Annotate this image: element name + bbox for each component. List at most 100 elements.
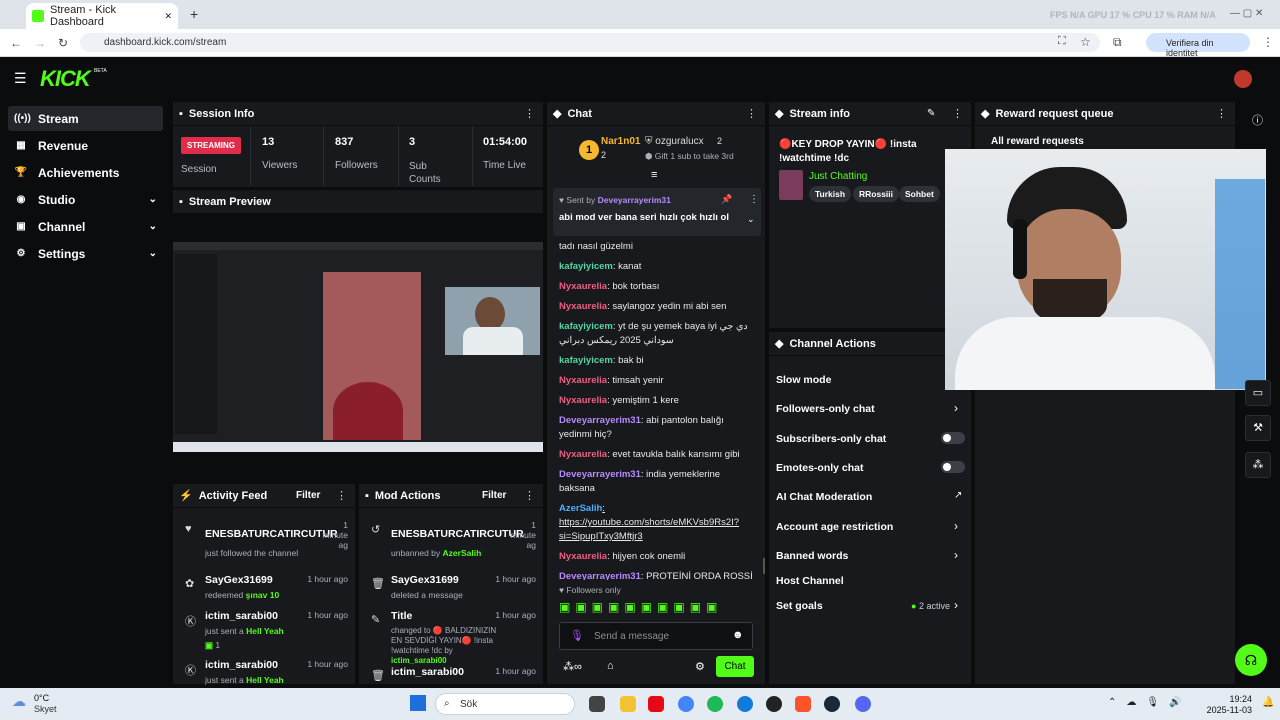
weather-icon[interactable]: ☁ [12, 693, 26, 710]
chat-username[interactable]: Nyxaurelia [559, 375, 607, 386]
wrench-icon[interactable]: ⚒ [1245, 415, 1271, 441]
chat-username[interactable]: Nyxaurelia [559, 449, 607, 460]
external-link-icon[interactable]: ↗ [954, 490, 962, 501]
chat-username[interactable]: Nyxaurelia [559, 281, 607, 292]
all-reward-requests[interactable]: All reward requests [991, 136, 1084, 147]
kebab-icon[interactable]: ⋮ [952, 107, 963, 120]
windows-start-icon[interactable] [410, 695, 426, 711]
brave-icon[interactable] [795, 696, 811, 712]
help-support-icon[interactable]: ☊ [1235, 644, 1267, 676]
send-chat-button[interactable]: Chat [716, 656, 754, 677]
sidebar-item-stream[interactable]: ((•)) Stream [8, 106, 163, 131]
back-icon[interactable]: ← [10, 36, 22, 50]
hamburger-icon[interactable]: ☰ [14, 70, 27, 87]
netflix-icon[interactable] [648, 696, 664, 712]
chevron-down-icon[interactable]: ⌄ [747, 214, 755, 225]
profile-button[interactable]: Verifiera din identitet [1146, 33, 1250, 58]
forward-icon[interactable]: → [34, 36, 46, 50]
chat-username[interactable]: Deveyarrayerim31 [559, 415, 641, 426]
stream-video[interactable] [173, 242, 543, 452]
sidebar-item-studio[interactable]: ◉ Studio ⌄ [8, 187, 163, 212]
browser-tab[interactable]: Stream - Kick Dashboard ✕ [26, 3, 178, 29]
file-explorer-icon[interactable] [620, 696, 636, 712]
spotify-icon[interactable] [707, 696, 723, 712]
top-gifter-name[interactable]: Nar1n01 [601, 136, 640, 147]
extensions-icon[interactable]: ⧉ [1113, 35, 1122, 50]
chrome-icon[interactable] [678, 696, 694, 712]
taskbar-search[interactable]: ⌕ Sök [435, 693, 575, 715]
sidebar-item-settings[interactable]: ⚙ Settings ⌄ [8, 241, 163, 266]
chevron-right-icon[interactable]: › [954, 598, 958, 612]
filter-button[interactable]: Filter [296, 490, 320, 501]
microphone-icon[interactable]: 🎙 [570, 629, 584, 642]
points-icon[interactable]: ⁂ [1245, 452, 1271, 478]
url-input[interactable]: dashboard.kick.com/stream [80, 33, 1100, 52]
chat-username[interactable]: Nyxaurelia [559, 301, 607, 312]
close-tab-icon[interactable]: ✕ [164, 11, 172, 22]
emotes-only-row[interactable]: Emotes-only chat [776, 462, 864, 474]
filter-button[interactable]: Filter [482, 490, 506, 501]
followers-only-row[interactable]: Followers-only chat [776, 403, 875, 415]
chat-username[interactable]: Deveyarrayerim31 [559, 469, 641, 480]
store-icon[interactable]: ⌂ [607, 660, 614, 672]
reload-icon[interactable]: ↻ [58, 36, 68, 50]
chat-username[interactable]: kafayiyicem [559, 321, 613, 332]
user-avatar[interactable] [1234, 70, 1252, 88]
chevron-right-icon[interactable]: › [954, 519, 958, 533]
layout-icon[interactable]: ▭ [1245, 380, 1271, 406]
chat-username[interactable]: kafayiyicem [559, 355, 613, 366]
steam-icon[interactable] [824, 696, 840, 712]
notification-bell-icon[interactable]: 🔔 [1262, 697, 1274, 708]
new-tab-button[interactable]: + [190, 6, 198, 22]
bookmark-star-icon[interactable]: ☆ [1080, 35, 1091, 49]
banned-words-row[interactable]: Banned words [776, 550, 848, 562]
kebab-icon[interactable]: ⋮ [336, 489, 347, 502]
kebab-icon[interactable]: ⋮ [524, 107, 535, 120]
kebab-icon[interactable]: ⋮ [746, 107, 757, 120]
activity-desc: redeemed şınav 10 [205, 590, 280, 600]
kebab-icon[interactable]: ⋮ [524, 489, 535, 502]
obs-icon[interactable] [766, 696, 782, 712]
chat-input-box[interactable]: 🎙 Send a message ☻ [559, 622, 753, 650]
sidebar-item-channel[interactable]: ▣ Channel ⌄ [8, 214, 163, 239]
emoji-icon[interactable]: ☻ [732, 629, 744, 641]
account-age-row[interactable]: Account age restriction [776, 521, 893, 533]
second-gifter-name[interactable]: ⛨ ozguralucx [645, 136, 704, 147]
pin-icon[interactable]: 📌 [721, 194, 732, 205]
info-icon[interactable]: ⓘ [1252, 112, 1263, 128]
sidebar-item-revenue[interactable]: ▦ Revenue [8, 133, 163, 158]
edit-icon[interactable]: ✎ [927, 108, 935, 119]
collapse-icon[interactable]: ≡ [651, 169, 657, 181]
edge-icon[interactable] [737, 696, 753, 712]
kebab-icon[interactable]: ⋮ [749, 194, 759, 205]
sidebar-item-achievements[interactable]: 🏆 Achievements [8, 160, 163, 185]
translate-icon[interactable]: ⛶ [1058, 35, 1066, 48]
menu-kebab-icon[interactable]: ⋮ [1262, 35, 1274, 49]
subscribers-only-toggle[interactable] [941, 432, 965, 444]
chevron-right-icon[interactable]: › [954, 401, 958, 415]
emotes-only-toggle[interactable] [941, 461, 965, 473]
points-icon[interactable]: ⁂∞ [563, 660, 582, 673]
taskview-icon[interactable] [589, 696, 605, 712]
kebab-icon[interactable]: ⋮ [1216, 107, 1227, 120]
set-goals-row[interactable]: Set goals [776, 600, 823, 612]
emote-bar[interactable]: ▣▣▣▣▣▣▣▣▣▣ [559, 600, 722, 614]
chat-username[interactable]: Nyxaurelia [559, 395, 607, 406]
system-tray-icons[interactable]: ⌃☁🎙🔊 [1108, 697, 1192, 708]
chat-username[interactable]: Deveyarrayerim31 [559, 571, 641, 580]
ai-moderation-row[interactable]: AI Chat Moderation [776, 491, 872, 503]
chat-username[interactable]: AzerSalih [559, 503, 602, 514]
category-name[interactable]: Just Chatting [809, 171, 867, 182]
mod-desc: changed to 🔴 BALDIZINIZIN EN SEVDİĞİ YAY… [391, 626, 497, 665]
gear-icon[interactable]: ⚙ [695, 660, 705, 673]
window-controls[interactable]: — ▢ ✕ [1230, 8, 1263, 19]
chat-username[interactable]: Nyxaurelia [559, 551, 607, 562]
chat-username[interactable]: kafayiyicem [559, 261, 613, 272]
subscribers-only-row[interactable]: Subscribers-only chat [776, 433, 886, 445]
kick-logo[interactable]: KICK [40, 66, 91, 92]
discord-icon[interactable] [855, 696, 871, 712]
host-channel-row[interactable]: Host Channel [776, 575, 844, 587]
slow-mode-row[interactable]: Slow mode [776, 374, 831, 386]
chat-scrollbar[interactable] [763, 558, 765, 574]
chevron-right-icon[interactable]: › [954, 548, 958, 562]
